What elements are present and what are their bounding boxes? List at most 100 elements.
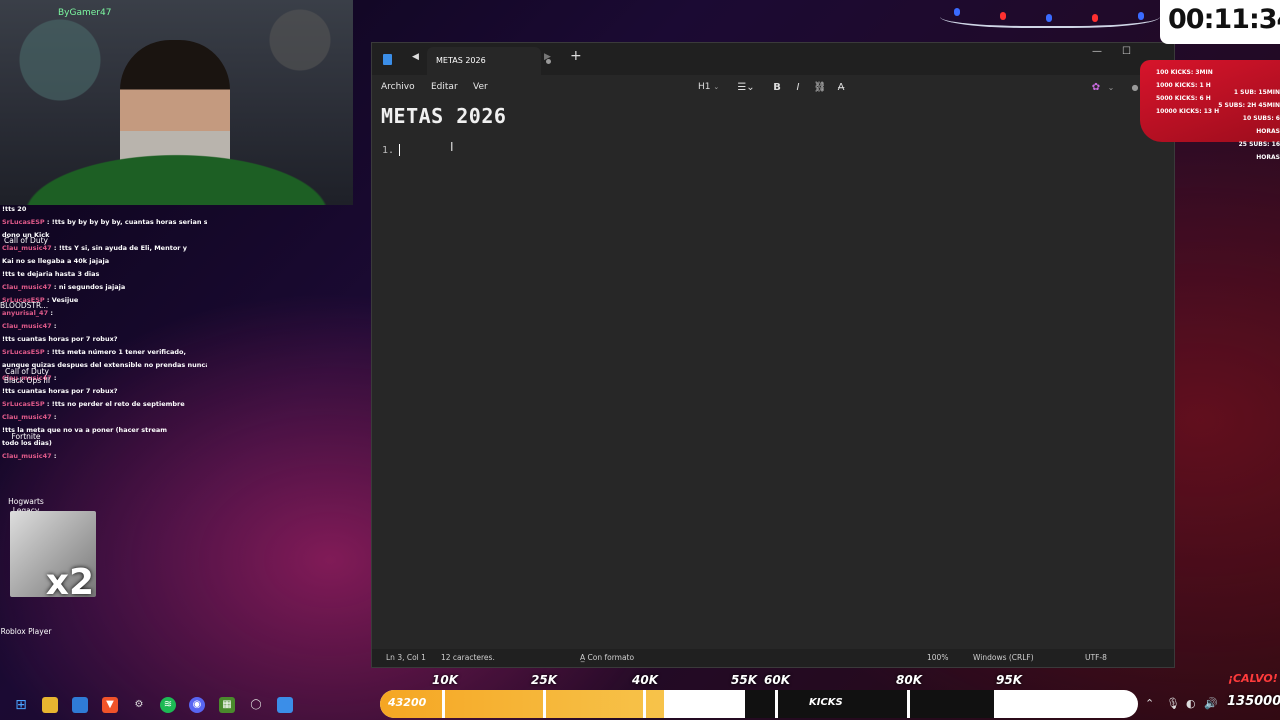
- desktop-icon-label: Call of Duty: [4, 236, 48, 245]
- chat-message: Clau_music47 :: [2, 411, 207, 424]
- christmas-lights: [940, 0, 1160, 28]
- heading-dropdown[interactable]: H1 ⌄: [698, 82, 719, 92]
- milestone-label: 40K: [632, 673, 658, 687]
- goal-item: 1000 KICKS: 1 H: [1156, 82, 1211, 89]
- menu-archivo[interactable]: Archivo: [381, 82, 415, 92]
- link-icon[interactable]: ⛓: [812, 80, 828, 96]
- chat-message: !tts cuantas horas por 7 robux?: [2, 385, 207, 398]
- settings-gear-icon[interactable]: ⚙: [131, 697, 147, 713]
- chevron-down-icon: ⌄: [713, 83, 720, 91]
- spotify-icon[interactable]: ≋: [160, 697, 176, 713]
- chat-username[interactable]: SrLucasESP: [2, 218, 45, 226]
- christmas-garland: [0, 145, 353, 205]
- subs-goals: 1 SUB: 15MIN 5 SUBS: 2H 45MIN 10 SUBS: 6…: [1218, 86, 1280, 164]
- format-label: Con formato: [587, 653, 635, 662]
- format-toggle[interactable]: A̲ Con formato: [580, 653, 634, 662]
- chat-username[interactable]: Clau_music47: [2, 322, 52, 330]
- chat-username[interactable]: SrLucasESP: [2, 400, 45, 408]
- chat-message: SrLucasESP : !tts meta número 1 tener ve…: [2, 346, 207, 359]
- editor-area[interactable]: METAS 2026 1. Ⅰ: [372, 103, 1174, 649]
- photos-icon[interactable]: [72, 697, 88, 713]
- format-icon: A̲: [580, 653, 588, 662]
- status-position: Ln 3, Col 1: [386, 653, 426, 662]
- desktop-icon-fortnite[interactable]: Fortnite: [6, 432, 46, 441]
- chat-text: !tts cuantas horas por 7 robux?: [2, 335, 118, 343]
- chat-username[interactable]: Clau_music47: [2, 283, 52, 291]
- file-explorer-icon[interactable]: [42, 697, 58, 713]
- chat-separator: :: [51, 413, 57, 421]
- light-bulb-icon: [1092, 14, 1098, 22]
- status-zoom[interactable]: 100%: [927, 653, 948, 662]
- goal-item: 10000 KICKS: 13 H: [1156, 108, 1220, 115]
- list-dropdown-icon[interactable]: ☰⌄: [734, 80, 758, 96]
- discord-icon[interactable]: ◉: [189, 697, 205, 713]
- clear-formatting-icon[interactable]: A̶: [833, 80, 849, 96]
- chat-username[interactable]: Clau_music47: [2, 413, 52, 421]
- microphone-icon[interactable]: 🎙: [1166, 697, 1180, 710]
- document-heading[interactable]: METAS 2026: [381, 104, 506, 128]
- chat-text: !tts te dejaria hasta 3 dias: [2, 270, 100, 278]
- milestone-marker: [1006, 690, 1009, 718]
- streamer-badge: ByGamer47: [58, 8, 112, 18]
- total-count: 135000: [1227, 694, 1280, 709]
- desktop-icon-roblox[interactable]: Roblox Player: [0, 627, 52, 636]
- maximize-button[interactable]: ☐: [1122, 46, 1131, 57]
- chat-text: !tts cuantas horas por 7 robux?: [2, 387, 118, 395]
- multiplier-label: x2: [45, 562, 94, 603]
- chat-message: Clau_music47 :: [2, 320, 207, 333]
- status-bar: Ln 3, Col 1 12 caracteres. A̲ Con format…: [372, 649, 1174, 667]
- obs-icon[interactable]: ◯: [248, 697, 264, 713]
- brave-browser-icon[interactable]: ▼: [102, 697, 118, 713]
- chevron-down-icon[interactable]: ⌄: [1103, 80, 1119, 96]
- chat-username[interactable]: Clau_music47: [2, 244, 52, 252]
- chat-message: SrLucasESP : !tts no perder el reto de s…: [2, 398, 207, 411]
- notepad-taskbar-icon[interactable]: [277, 697, 293, 713]
- milestone-marker: [442, 690, 445, 718]
- chat-separator: :: [51, 452, 57, 460]
- chat-separator: :: [44, 348, 52, 356]
- volume-icon[interactable]: 🔊: [1204, 697, 1218, 710]
- desktop-icon-call-of-duty[interactable]: Call of Duty: [4, 236, 48, 245]
- light-bulb-icon: [1000, 12, 1006, 20]
- list-number: 1.: [382, 145, 395, 156]
- windows-start-icon[interactable]: ⊞: [13, 697, 29, 713]
- copilot-icon[interactable]: ✿: [1088, 80, 1104, 96]
- kicks-label: KICKS: [809, 697, 843, 708]
- italic-icon[interactable]: I: [790, 80, 806, 96]
- menu-editar[interactable]: Editar: [431, 82, 458, 92]
- tray-chevron-up-icon[interactable]: ⌃: [1145, 697, 1154, 710]
- timer-value: 00:11:34: [1168, 4, 1280, 35]
- chat-message: !tts te dejaria hasta 3 dias: [2, 268, 207, 281]
- chat-message: !tts cuantas horas por 7 robux?: [2, 333, 207, 346]
- tab-metas-2026[interactable]: METAS 2026: [427, 47, 551, 75]
- menu-ver[interactable]: Ver: [473, 82, 488, 92]
- minimize-button[interactable]: —: [1092, 46, 1102, 57]
- overlay-tag: ¡CALVO!: [1228, 672, 1278, 685]
- tab-scroll-left-icon[interactable]: ◀: [412, 52, 419, 62]
- status-encoding[interactable]: UTF-8: [1085, 653, 1107, 662]
- milestone-label: 95K: [996, 673, 1022, 687]
- chat-text: Kai no se llegaba a 40k jajaja: [2, 257, 110, 265]
- notepad-app-icon: [383, 54, 392, 65]
- chat-username[interactable]: anyurisal_47: [2, 309, 48, 317]
- chat-username[interactable]: SrLucasESP: [2, 348, 45, 356]
- milestone-label: 55K: [731, 673, 757, 687]
- network-icon[interactable]: ◐: [1186, 697, 1196, 710]
- light-bulb-icon: [1138, 12, 1144, 20]
- desktop-icon-label: Call of Duty Black Ops III: [3, 367, 51, 385]
- chat-text: !tts meta número 1 tener verificado,: [51, 348, 186, 356]
- bold-icon[interactable]: B: [769, 80, 785, 96]
- desktop-icon-bloodstrike[interactable]: BLOODSTR...: [0, 301, 48, 310]
- milestone-label: 10K: [432, 673, 458, 687]
- new-tab-button[interactable]: +: [570, 48, 582, 64]
- minecraft-icon[interactable]: ▦: [219, 697, 235, 713]
- ibeam-cursor-icon: Ⅰ: [450, 140, 454, 154]
- status-line-ending[interactable]: Windows (CRLF): [973, 653, 1034, 662]
- tab-scroll-right-icon[interactable]: ▶: [544, 52, 551, 62]
- desktop-icon-black-ops[interactable]: Call of Duty Black Ops III: [2, 367, 52, 385]
- goal-item: 100 KICKS: 3MIN: [1156, 69, 1213, 76]
- chat-text: !tts Y si, sin ayuda de Eli, Mentor y: [58, 244, 187, 252]
- chat-username[interactable]: Clau_music47: [2, 452, 52, 460]
- goal-item: 10 SUBS: 6 HORAS: [1242, 115, 1280, 135]
- chat-message: Clau_music47 : ni segundos jajaja: [2, 281, 207, 294]
